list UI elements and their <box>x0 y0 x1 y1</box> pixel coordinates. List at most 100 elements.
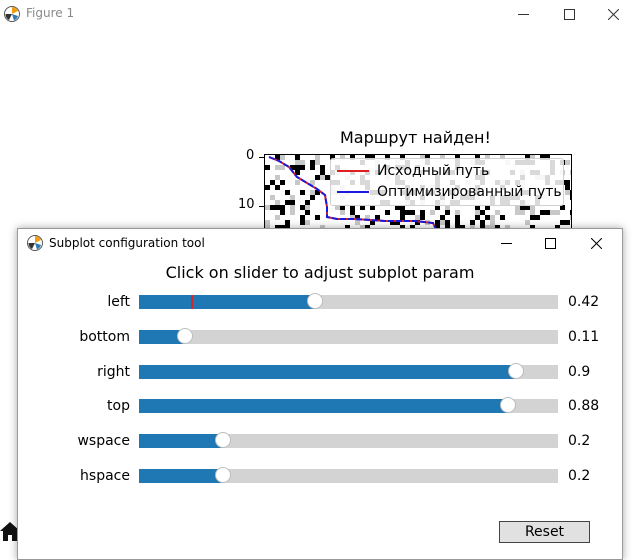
maze-cell <box>315 215 320 220</box>
maze-cell <box>490 215 495 220</box>
maze-cell <box>275 215 280 220</box>
maze-cell <box>400 210 405 215</box>
maze-cell <box>520 210 525 215</box>
maze-cell <box>515 210 520 215</box>
maze-cell <box>280 155 285 160</box>
maze-cell <box>285 190 290 195</box>
maze-cell <box>375 215 380 220</box>
slider-fill <box>139 295 315 309</box>
maze-cell <box>455 215 460 220</box>
maze-cell <box>295 160 300 165</box>
maze-cell <box>305 200 310 205</box>
maze-cell <box>290 205 295 210</box>
slider-fill <box>139 469 223 483</box>
slider-label: wspace <box>77 433 130 449</box>
maze-cell <box>280 165 285 170</box>
maze-cell <box>480 220 485 225</box>
maze-cell <box>265 205 270 210</box>
close-icon <box>607 8 619 20</box>
maze-cell <box>280 180 285 185</box>
close-button[interactable] <box>590 0 632 28</box>
matplotlib-logo-icon <box>27 235 43 251</box>
minimize-button[interactable] <box>500 0 546 28</box>
legend-label: Исходный путь <box>377 163 490 179</box>
maze-cell <box>305 220 310 225</box>
legend-entry-original-path: Исходный путь <box>337 161 489 181</box>
slider-track[interactable] <box>139 432 558 448</box>
maze-cell <box>490 220 495 225</box>
maze-cell <box>565 180 570 185</box>
maze-cell <box>475 210 480 215</box>
slider-value: 0.88 <box>568 398 600 414</box>
slider-fill <box>139 434 223 448</box>
slider-row-wspace: wspace 0.2 <box>18 431 622 451</box>
maze-cell <box>470 220 475 225</box>
maze-cell <box>290 195 295 200</box>
slider-track[interactable] <box>139 328 558 344</box>
maze-cell <box>525 220 530 225</box>
maze-cell <box>555 210 560 215</box>
slider-fill <box>139 399 508 413</box>
slider-handle[interactable] <box>306 293 323 309</box>
maze-cell <box>300 160 305 165</box>
slider-handle[interactable] <box>508 363 525 379</box>
maze-cell <box>315 155 320 160</box>
close-icon <box>590 237 602 249</box>
maze-cell <box>320 170 325 175</box>
maze-cell <box>435 220 440 225</box>
maze-cell <box>275 175 280 180</box>
maze-cell <box>550 210 555 215</box>
maze-cell <box>570 170 571 175</box>
slider-handle[interactable] <box>177 328 194 344</box>
maze-cell <box>350 210 355 215</box>
slider-initial-marker <box>191 295 194 309</box>
slider-handle[interactable] <box>499 397 516 413</box>
maze-cell <box>475 215 480 220</box>
slider-label: hspace <box>80 468 130 484</box>
slider-track[interactable] <box>139 293 558 309</box>
maze-cell <box>280 210 285 215</box>
maze-cell <box>300 220 305 225</box>
maze-cell <box>420 215 425 220</box>
legend-entry-optimized-path: Оптимизированный путь <box>337 182 562 202</box>
slider-track[interactable] <box>139 397 558 413</box>
maze-cell <box>275 165 280 170</box>
slider-handle[interactable] <box>214 432 231 448</box>
maze-cell <box>315 175 320 180</box>
maze-cell <box>400 215 405 220</box>
reset-button[interactable]: Reset <box>499 521 590 543</box>
maze-cell <box>265 185 270 190</box>
maze-cell <box>405 210 410 215</box>
maze-cell <box>280 205 285 210</box>
maze-cell <box>565 160 570 165</box>
maze-cell <box>300 190 305 195</box>
maze-cell <box>530 215 535 220</box>
slider-handle[interactable] <box>214 467 231 483</box>
figure-titlebar: Figure 1 <box>0 0 632 28</box>
legend-label: Оптимизированный путь <box>377 184 562 200</box>
maze-cell <box>430 210 435 215</box>
slider-row-top: top 0.88 <box>18 396 622 416</box>
maze-cell <box>570 215 571 220</box>
slider-track[interactable] <box>139 363 558 379</box>
maze-cell <box>310 160 315 165</box>
dialog-close-button[interactable] <box>574 231 618 255</box>
slider-label: left <box>107 294 130 310</box>
maze-cell <box>410 210 415 215</box>
maze-cell <box>570 190 571 195</box>
maze-cell <box>275 185 280 190</box>
maze-cell <box>305 210 310 215</box>
legend-swatch <box>337 191 369 193</box>
maze-cell <box>560 220 565 225</box>
dialog-minimize-button[interactable] <box>484 231 528 255</box>
maximize-icon <box>563 8 575 20</box>
maze-cell <box>500 215 505 220</box>
maze-cell <box>270 195 275 200</box>
dialog-heading: Click on slider to adjust subplot param <box>165 263 475 282</box>
dialog-maximize-button[interactable] <box>528 231 572 255</box>
maze-cell <box>420 210 425 215</box>
slider-row-bottom: bottom 0.11 <box>18 327 622 347</box>
maximize-button[interactable] <box>546 0 592 28</box>
plot-title: Маршрут найден! <box>340 128 491 147</box>
slider-track[interactable] <box>139 467 558 483</box>
